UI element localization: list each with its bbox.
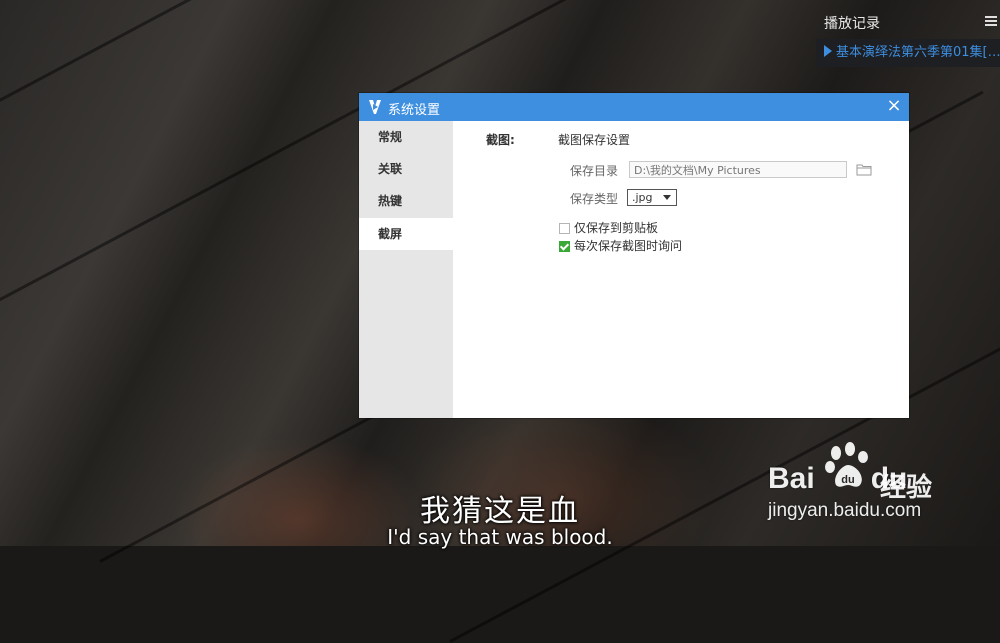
save-type-select[interactable]: .jpg	[627, 189, 677, 206]
save-type-label: 保存类型	[570, 192, 619, 206]
section-title: 截图保存设置	[558, 133, 631, 147]
subtitle-english: I'd say that was blood.	[387, 525, 613, 549]
list-menu-icon[interactable]	[984, 14, 998, 28]
dialog-title: 系统设置	[388, 103, 441, 118]
clipboard-only-label: 仅保存到剪贴板	[574, 221, 659, 235]
subtitle-chinese: 我猜这是血	[420, 494, 580, 529]
section-label: 截图:	[486, 133, 515, 147]
checkbox-checked[interactable]	[559, 241, 570, 252]
history-title: 播放记录	[824, 16, 880, 32]
player-logo-icon	[369, 100, 381, 114]
chevron-down-icon	[663, 195, 671, 200]
tab-association[interactable]: 关联	[359, 153, 453, 185]
history-item[interactable]: 基本演绎法第六季第01集[…	[816, 39, 1000, 67]
screenshot-settings-panel: 截图: 截图保存设置 保存目录 D:\我的文档\My Pictures 保存类型…	[453, 121, 909, 418]
settings-sidebar: 常规 关联 热键 截屏	[359, 121, 453, 418]
play-icon	[824, 45, 832, 57]
tab-screenshot[interactable]: 截屏	[359, 218, 453, 250]
history-item-label: 基本演绎法第六季第01集[…	[836, 45, 1000, 60]
checkbox-unchecked[interactable]	[559, 223, 570, 234]
save-dir-label: 保存目录	[570, 164, 619, 178]
save-type-value: .jpg	[632, 191, 653, 204]
folder-icon[interactable]	[856, 162, 872, 176]
settings-dialog: 系统设置 × 常规 关联 热键 截屏 截图: 截图保存设置 保存目录 D:\我的…	[359, 93, 909, 418]
close-icon[interactable]: ×	[885, 97, 903, 115]
dialog-titlebar[interactable]: 系统设置 ×	[359, 93, 909, 121]
tab-hotkeys[interactable]: 热键	[359, 185, 453, 217]
save-dir-input[interactable]: D:\我的文档\My Pictures	[629, 161, 847, 178]
tab-general[interactable]: 常规	[359, 121, 453, 153]
ask-each-time-label: 每次保存截图时询问	[574, 239, 683, 253]
